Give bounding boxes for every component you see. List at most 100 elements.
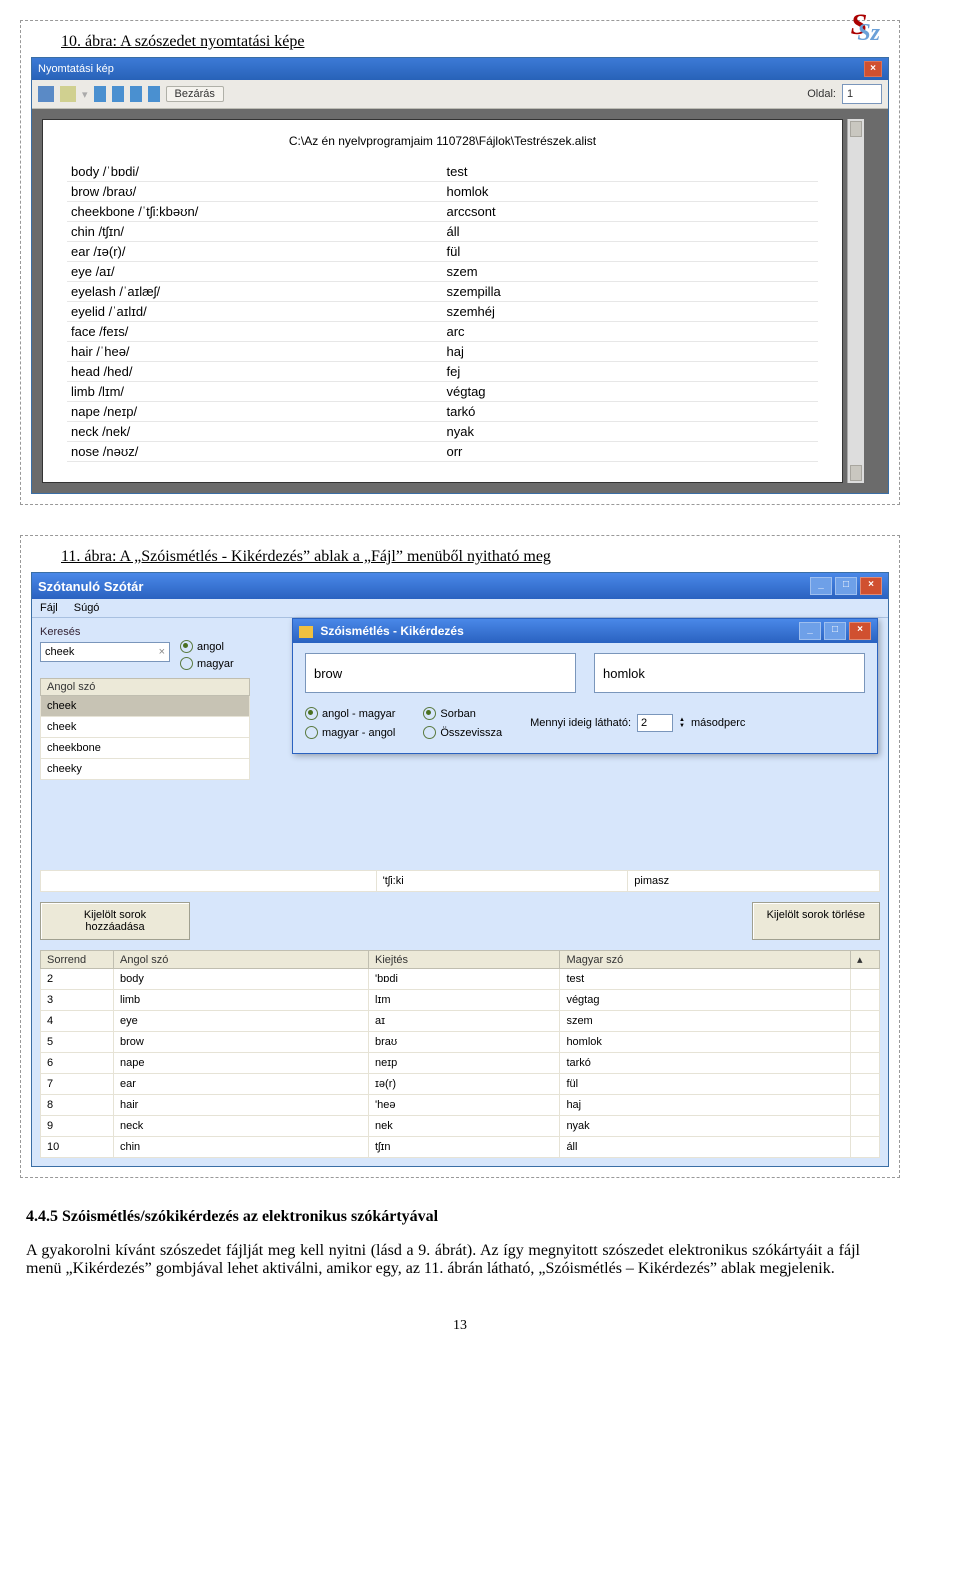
print-icon[interactable] — [38, 86, 54, 102]
dialog-app-icon — [299, 626, 313, 638]
page-label: Oldal: — [807, 88, 836, 100]
menu-help[interactable]: Súgó — [74, 602, 100, 614]
vocab-row: neck /nek/nyak — [67, 422, 818, 442]
vocab-row: eye /aɪ/szem — [67, 262, 818, 282]
stepper-down-icon[interactable]: ▼ — [679, 723, 685, 729]
vocab-row: limb /lɪm/végtag — [67, 382, 818, 402]
add-selected-button[interactable]: Kijelölt sorok hozzáadása — [40, 902, 190, 940]
selected-words-table[interactable]: Sorrend Angol szó Kiejtés Magyar szó ▴ 2… — [40, 950, 880, 1158]
page-prev-icon[interactable] — [112, 86, 124, 102]
table-row[interactable]: 10chintʃɪnáll — [41, 1137, 880, 1158]
zoom-icon[interactable] — [60, 86, 76, 102]
table-row[interactable]: 9neckneknyak — [41, 1116, 880, 1137]
radio-dir-en-hu[interactable]: angol - magyar — [305, 707, 395, 720]
dialog-maximize-icon[interactable]: □ — [824, 622, 846, 640]
radio-order-sequential[interactable]: Sorban — [423, 707, 502, 720]
figure-10-caption: 10. ábra: A szószedet nyomtatási képe — [61, 33, 889, 51]
table-row[interactable]: 8hair'heəhaj — [41, 1095, 880, 1116]
clear-search-icon[interactable]: × — [159, 646, 165, 658]
radio-selected-icon — [180, 640, 193, 653]
radio-empty-icon — [180, 657, 193, 670]
section-paragraph: A gyakorolni kívánt szószedet fájlját me… — [26, 1242, 860, 1278]
table-row[interactable]: 3limblɪmvégtag — [41, 990, 880, 1011]
page-first-icon[interactable] — [94, 86, 106, 102]
radio-dir-hu-en[interactable]: magyar - angol — [305, 726, 395, 739]
col-angol-szo: Angol szó — [41, 679, 250, 696]
page-last-icon[interactable] — [148, 86, 160, 102]
file-path: C:\Az én nyelvprogramjaim 110728\Fájlok\… — [67, 134, 818, 148]
radio-order-random[interactable]: Összevissza — [423, 726, 502, 739]
extra-result-row: 'tʃi:ki pimasz — [40, 870, 880, 892]
page-number-input[interactable]: 1 — [842, 84, 882, 104]
col-kiejtes: Kiejtés — [369, 951, 560, 969]
vocab-row: face /feɪs/arc — [67, 322, 818, 342]
radio-selected-icon — [305, 707, 318, 720]
page-next-icon[interactable] — [130, 86, 142, 102]
maximize-icon[interactable]: □ — [835, 577, 857, 595]
duration-unit: másodperc — [691, 717, 745, 729]
radio-empty-icon — [305, 726, 318, 739]
vocab-row: head /hed/fej — [67, 362, 818, 382]
minimize-icon[interactable]: _ — [810, 577, 832, 595]
vocab-row: eyelid /ˈaɪlɪd/szemhéj — [67, 302, 818, 322]
print-toolbar: ▾ Bezárás Oldal: 1 — [32, 80, 888, 109]
duration-stepper[interactable]: 2 — [637, 714, 673, 732]
page-number: 13 — [20, 1318, 900, 1334]
scrollbar[interactable] — [847, 119, 864, 483]
dialog-title: Szóismétlés - Kikérdezés — [320, 624, 463, 638]
list-item[interactable]: cheek — [41, 717, 250, 738]
print-window-titlebar: Nyomtatási kép × — [32, 58, 888, 80]
print-page: C:\Az én nyelvprogramjaim 110728\Fájlok\… — [42, 119, 843, 483]
print-preview-window: Nyomtatási kép × ▾ Bezárás Oldal: 1 C:\A… — [31, 57, 889, 494]
table-row[interactable]: 5browbraʊhomlok — [41, 1032, 880, 1053]
radio-empty-icon — [423, 726, 436, 739]
scroll-up-icon[interactable]: ▴ — [851, 951, 880, 969]
app-titlebar: Szótanuló Szótár _ □ × — [32, 573, 888, 599]
section-heading: 4.4.5 Szóismétlés/szókikérdezés az elekt… — [26, 1208, 860, 1226]
vocab-row: body /ˈbɒdi/test — [67, 162, 818, 182]
vocabulary-table: body /ˈbɒdi/testbrow /braʊ/homlokcheekbo… — [67, 162, 818, 462]
main-app-window: Szótanuló Szótár _ □ × Fájl Súgó Keresés… — [31, 572, 889, 1167]
duration-label: Mennyi ideig látható: — [530, 717, 631, 729]
print-window-title: Nyomtatási kép — [38, 63, 114, 75]
figure-11-container: 11. ábra: A „Szóismétlés - Kikérdezés” a… — [20, 535, 900, 1178]
list-item[interactable]: cheekbone — [41, 738, 250, 759]
search-results-table[interactable]: Angol szó cheekcheekcheekbonecheeky — [40, 678, 250, 780]
section-text: 4.4.5 Szóismétlés/szókikérdezés az elekt… — [26, 1208, 860, 1278]
dialog-minimize-icon[interactable]: _ — [799, 622, 821, 640]
col-sorrend: Sorrend — [41, 951, 114, 969]
dialog-titlebar: Szóismétlés - Kikérdezés _ □ × — [293, 619, 877, 643]
close-icon[interactable]: × — [864, 61, 882, 77]
vocab-row: nose /nəʊz/orr — [67, 442, 818, 462]
search-input[interactable]: cheek × — [40, 642, 170, 662]
radio-selected-icon — [423, 707, 436, 720]
table-row[interactable]: 4eyeaɪszem — [41, 1011, 880, 1032]
figure-10-container: 10. ábra: A szószedet nyomtatási képe Ny… — [20, 20, 900, 505]
vocab-row: eyelash /ˈaɪlæʃ/szempilla — [67, 282, 818, 302]
list-item[interactable]: cheek — [41, 696, 250, 717]
quiz-dialog: Szóismétlés - Kikérdezés _ □ × brow homl… — [292, 618, 878, 754]
figure-11-caption: 11. ábra: A „Szóismétlés - Kikérdezés” a… — [61, 548, 889, 566]
col-magyar: Magyar szó — [560, 951, 851, 969]
remove-selected-button[interactable]: Kijelölt sorok törlése — [752, 902, 880, 940]
search-label: Keresés — [40, 626, 170, 638]
col-angol: Angol szó — [114, 951, 369, 969]
close-icon[interactable]: × — [860, 577, 882, 595]
radio-lang-english[interactable]: angol — [180, 640, 234, 653]
close-preview-button[interactable]: Bezárás — [166, 86, 224, 102]
quiz-word-left: brow — [305, 653, 576, 693]
vocab-row: chin /tʃɪn/áll — [67, 222, 818, 242]
radio-lang-hungarian[interactable]: magyar — [180, 657, 234, 670]
vocab-row: ear /ɪə(r)/fül — [67, 242, 818, 262]
table-row[interactable]: 2body'bɒditest — [41, 969, 880, 990]
vocab-row: hair /ˈheə/haj — [67, 342, 818, 362]
vocab-row: cheekbone /ˈtʃi:kbəʊn/arccsont — [67, 202, 818, 222]
dialog-close-icon[interactable]: × — [849, 622, 871, 640]
menu-file[interactable]: Fájl — [40, 602, 58, 614]
table-row[interactable]: 6napeneɪptarkó — [41, 1053, 880, 1074]
app-title: Szótanuló Szótár — [38, 579, 143, 594]
list-item[interactable]: cheeky — [41, 759, 250, 780]
quiz-word-right: homlok — [594, 653, 865, 693]
page-logo: SSz — [851, 8, 890, 42]
table-row[interactable]: 7earɪə(r)fül — [41, 1074, 880, 1095]
